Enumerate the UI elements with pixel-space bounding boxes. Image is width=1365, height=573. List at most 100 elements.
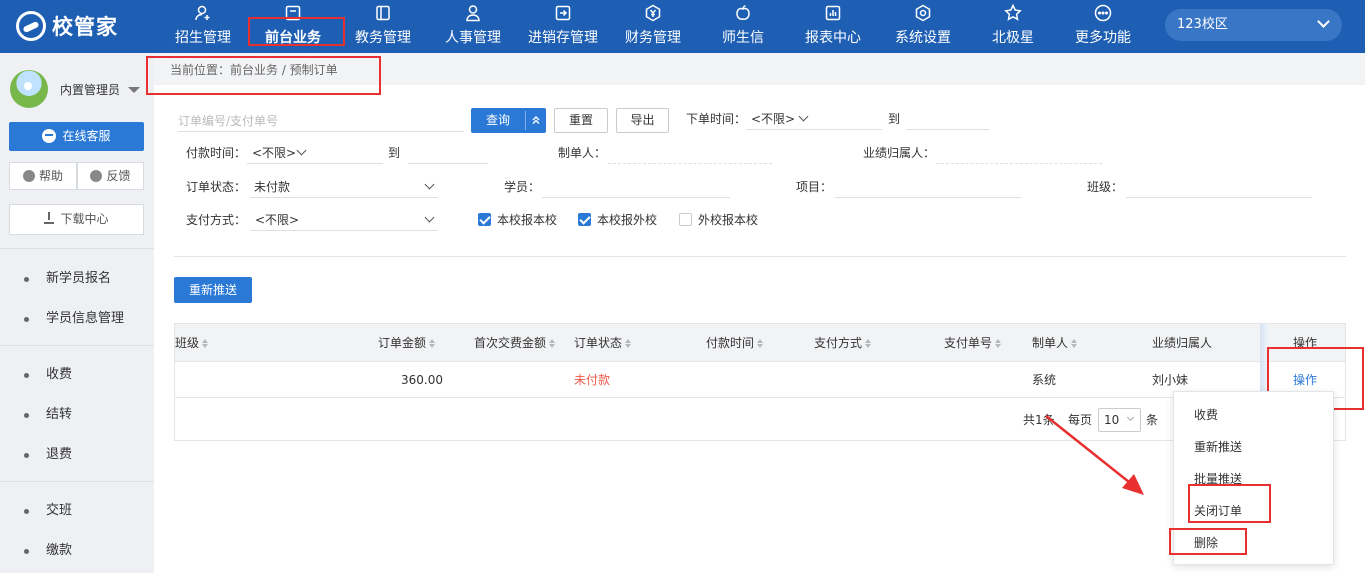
column-header-creator[interactable]: 制单人 bbox=[1032, 324, 1078, 362]
user-profile[interactable]: 内置管理员 bbox=[10, 70, 150, 110]
sort-icon bbox=[757, 339, 764, 348]
cell-order-amount: 360.00 bbox=[401, 373, 443, 387]
yen-icon bbox=[644, 4, 662, 22]
filter-divider bbox=[174, 256, 1346, 257]
order-time-label: 下单时间： bbox=[686, 112, 747, 126]
nav-item-academic[interactable]: 教务管理 bbox=[338, 0, 428, 53]
sidebar-item-transfer[interactable]: 结转 bbox=[0, 403, 154, 427]
order-status-select[interactable]: 未付款 bbox=[250, 176, 438, 198]
sort-icon bbox=[1071, 339, 1078, 348]
logo-icon bbox=[16, 11, 46, 41]
checkbox-checked-icon bbox=[578, 213, 591, 226]
column-header-pay-method[interactable]: 支付方式 bbox=[814, 324, 872, 362]
chevron-down-icon bbox=[424, 179, 435, 190]
pay-time-end-input[interactable] bbox=[408, 142, 488, 164]
search-input[interactable]: 订单编号/支付单号 bbox=[178, 110, 464, 132]
menu-item-repush[interactable]: 重新推送 bbox=[1194, 438, 1242, 456]
student-label: 学员： bbox=[504, 180, 541, 194]
sidebar-item-payment[interactable]: 缴款 bbox=[0, 539, 154, 563]
sidebar-item-student-info[interactable]: 学员信息管理 bbox=[0, 307, 154, 331]
user-plus-icon bbox=[194, 4, 212, 22]
nav-item-finance[interactable]: 财务管理 bbox=[608, 0, 698, 53]
column-header-first-payment[interactable]: 首次交费金额 bbox=[474, 324, 556, 362]
table-row: 360.00 未付款 系统 刘小妹 操作 bbox=[175, 362, 1345, 398]
checkbox-checked-icon bbox=[478, 213, 491, 226]
report-icon bbox=[824, 4, 842, 22]
performance-input[interactable] bbox=[936, 142, 1102, 164]
campus-selector[interactable]: 123校区 bbox=[1165, 9, 1342, 41]
order-status-label: 订单状态： bbox=[186, 180, 247, 194]
nav-item-teacher-student[interactable]: 师生信 bbox=[698, 0, 788, 53]
export-button[interactable]: 导出 bbox=[616, 108, 669, 133]
sidebar-item-refund[interactable]: 退费 bbox=[0, 443, 154, 467]
column-header-pay-number[interactable]: 支付单号 bbox=[944, 324, 1002, 362]
pay-time-label: 付款时间： bbox=[186, 146, 247, 160]
query-button[interactable]: 查询 bbox=[471, 108, 546, 133]
book-icon bbox=[374, 4, 392, 22]
project-label: 项目： bbox=[796, 180, 833, 194]
nav-item-settings[interactable]: 系统设置 bbox=[878, 0, 968, 53]
chat-icon bbox=[42, 129, 57, 143]
avatar bbox=[10, 70, 48, 108]
nav-item-polaris[interactable]: 北极星 bbox=[968, 0, 1058, 53]
order-time-end-input[interactable] bbox=[906, 108, 989, 130]
orders-table: 班级 订单金额 首次交费金额 订单状态 付款时间 支付方式 支付单号 制单人 业… bbox=[174, 323, 1346, 441]
nav-item-reports[interactable]: 报表中心 bbox=[788, 0, 878, 53]
order-time-select[interactable]: <不限> bbox=[746, 108, 882, 130]
creator-label: 制单人： bbox=[558, 146, 607, 160]
chevron-down-icon bbox=[1317, 15, 1330, 28]
cell-creator: 系统 bbox=[1032, 373, 1057, 387]
repush-button[interactable]: 重新推送 bbox=[174, 277, 252, 303]
more-icon bbox=[1094, 4, 1112, 22]
apple-icon bbox=[734, 4, 752, 22]
chevron-down-icon bbox=[296, 145, 307, 156]
project-input[interactable] bbox=[835, 176, 1021, 198]
sidebar-item-new-enrollment[interactable]: 新学员报名 bbox=[0, 267, 154, 291]
to-label: 到 bbox=[888, 112, 901, 126]
to-label: 到 bbox=[388, 146, 401, 160]
sidebar-item-shift[interactable]: 交班 bbox=[0, 499, 154, 523]
nav-item-inventory[interactable]: 进销存管理 bbox=[518, 0, 608, 53]
nav-item-more[interactable]: 更多功能 bbox=[1058, 0, 1148, 53]
nav-item-hr[interactable]: 人事管理 bbox=[428, 0, 518, 53]
sidebar-divider bbox=[0, 248, 154, 249]
cell-order-status: 未付款 bbox=[574, 373, 611, 387]
download-center-button[interactable]: 下载中心 bbox=[9, 204, 144, 235]
pay-time-select[interactable]: <不限> bbox=[247, 142, 383, 164]
nav-item-admissions[interactable]: 招生管理 bbox=[158, 0, 248, 53]
pay-method-select[interactable]: <不限> bbox=[250, 209, 438, 231]
online-service-button[interactable]: 在线客服 bbox=[9, 122, 144, 151]
column-header-order-amount[interactable]: 订单金额 bbox=[378, 324, 436, 362]
checkbox-external-to-local[interactable]: 外校报本校 bbox=[679, 213, 758, 227]
pay-method-label: 支付方式： bbox=[186, 213, 247, 227]
question-icon bbox=[22, 170, 35, 182]
feedback-icon bbox=[90, 170, 103, 182]
brand-logo[interactable]: 校管家 bbox=[16, 8, 118, 44]
sidebar-divider bbox=[0, 345, 154, 346]
column-header-order-status[interactable]: 订单状态 bbox=[574, 324, 632, 362]
reset-button[interactable]: 重置 bbox=[554, 108, 608, 133]
feedback-button[interactable]: 反馈 bbox=[77, 162, 144, 190]
checkbox-local-to-local[interactable]: 本校报本校 bbox=[478, 213, 557, 227]
chevron-down-icon bbox=[424, 212, 435, 223]
column-header-class[interactable]: 班级 bbox=[175, 324, 209, 362]
user-name: 内置管理员 bbox=[60, 83, 121, 97]
campus-name: 123校区 bbox=[1177, 17, 1228, 32]
creator-input[interactable] bbox=[608, 142, 772, 164]
table-header: 班级 订单金额 首次交费金额 订单状态 付款时间 支付方式 支付单号 制单人 业… bbox=[175, 324, 1345, 362]
checkbox-local-to-external[interactable]: 本校报外校 bbox=[578, 213, 657, 227]
class-input[interactable] bbox=[1126, 176, 1312, 198]
help-button[interactable]: 帮助 bbox=[9, 162, 77, 190]
top-navigation-bar: 校管家 招生管理 前台业务 教务管理 人事管理 进销存管理 财务管理 师生信 报… bbox=[0, 0, 1365, 53]
collapse-icon[interactable] bbox=[530, 114, 542, 126]
sort-icon bbox=[202, 339, 209, 348]
sidebar-item-charge[interactable]: 收费 bbox=[0, 363, 154, 387]
performance-label: 业绩归属人： bbox=[863, 146, 936, 160]
chevron-down-icon bbox=[798, 111, 809, 122]
download-icon bbox=[44, 212, 55, 224]
student-input[interactable] bbox=[542, 176, 730, 198]
column-header-pay-time[interactable]: 付款时间 bbox=[706, 324, 764, 362]
inventory-icon bbox=[554, 4, 572, 22]
menu-item-charge[interactable]: 收费 bbox=[1194, 406, 1218, 424]
caret-down-icon[interactable] bbox=[128, 87, 140, 93]
